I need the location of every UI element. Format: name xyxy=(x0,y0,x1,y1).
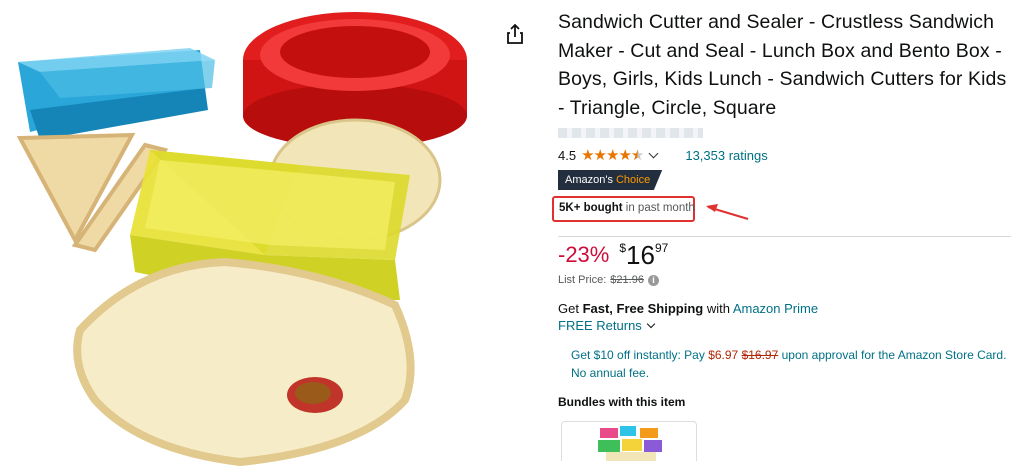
badge-highlight: Choice xyxy=(615,174,651,186)
list-price: List Price: $21.96 i xyxy=(558,274,1008,286)
chevron-down-icon xyxy=(646,319,656,329)
buybox: Sandwich Cutter and Sealer - Crustless S… xyxy=(552,8,1011,461)
store-link-blurred[interactable] xyxy=(558,128,703,138)
bought-text: 5K+ bought in past month xyxy=(559,202,695,214)
rating-value: 4.5 xyxy=(558,147,577,163)
shipping-get: Get xyxy=(558,301,583,316)
rating-row: 4.5 ★ ★ ★ ★ ★ 13,353 ratings xyxy=(558,144,1008,166)
info-icon[interactable]: i xyxy=(647,274,659,286)
shipping-with: with xyxy=(703,301,733,316)
bought-rest: in past month xyxy=(622,202,695,214)
offer-prefix: Get $10 off instantly: Pay xyxy=(571,348,709,362)
bundles-heading: Bundles with this item xyxy=(558,395,686,409)
star-rating[interactable]: ★ ★ ★ ★ ★ xyxy=(581,146,659,164)
offer-new-price: $6.97 xyxy=(708,348,739,362)
bought-in-past-month: 5K+ bought in past month xyxy=(552,196,1008,222)
amazon-prime-link[interactable]: Amazon Prime xyxy=(733,301,818,316)
shipping-info: Get Fast, Free Shipping with Amazon Prim… xyxy=(558,300,1008,317)
bundle-thumbnail-graphic xyxy=(598,426,662,461)
bundle-thumbnail[interactable] xyxy=(561,421,697,461)
price-row: -23% $ 16 97 xyxy=(558,240,1008,272)
star-icon: ★ xyxy=(581,146,594,164)
list-price-label: List Price: xyxy=(558,274,607,286)
amazons-choice-badge[interactable]: Amazon's Choice xyxy=(558,170,663,190)
chevron-down-icon[interactable] xyxy=(648,148,659,158)
free-returns-link[interactable]: FREE Returns xyxy=(558,318,1008,333)
product-image[interactable] xyxy=(0,0,500,469)
store-card-offer[interactable]: Get $10 off instantly: Pay $6.97 $16.97 … xyxy=(571,346,1011,382)
divider xyxy=(558,236,1011,237)
share-icon[interactable] xyxy=(503,22,527,46)
price-whole: 16 xyxy=(626,240,655,270)
annotation-arrow-icon xyxy=(706,204,749,221)
bought-bold: 5K+ bought xyxy=(559,202,623,214)
offer-old-price: $16.97 xyxy=(741,348,779,362)
blue-triangle-cutter xyxy=(18,48,215,140)
star-icon: ★ xyxy=(605,146,619,164)
free-returns-label: FREE Returns xyxy=(558,318,642,333)
ratings-count-link[interactable]: 13,353 ratings xyxy=(685,148,767,163)
discount-percent: -23% xyxy=(558,242,610,267)
half-star-icon: ★ xyxy=(630,146,644,164)
price-fraction: 97 xyxy=(654,241,669,255)
star-icon: ★ xyxy=(593,146,607,164)
shipping-fast-free: Fast, Free Shipping xyxy=(582,301,704,316)
list-price-value: $21.96 xyxy=(610,274,644,286)
square-sandwich xyxy=(73,257,415,467)
star-icon: ★ xyxy=(618,146,631,164)
badge-prefix: Amazon's xyxy=(565,174,613,186)
product-title: Sandwich Cutter and Sealer - Crustless S… xyxy=(558,11,1007,119)
product-image-graphic xyxy=(16,12,467,467)
share-icon-graphic xyxy=(507,23,523,44)
price-symbol: $ xyxy=(619,241,627,255)
